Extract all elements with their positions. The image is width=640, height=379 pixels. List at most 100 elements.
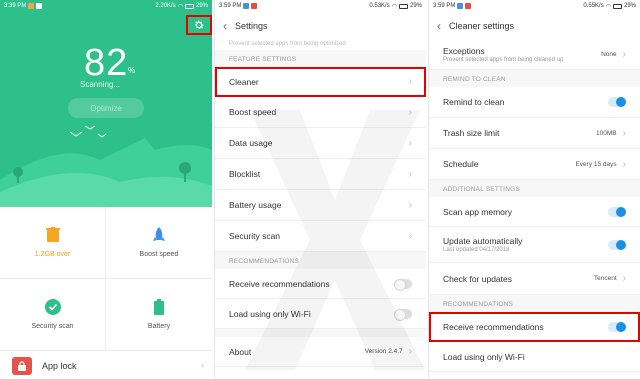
scan-app-memory-toggle[interactable]	[608, 206, 626, 217]
about-row[interactable]: About Version 2.4.7 ›	[215, 337, 426, 367]
status-bar: 3:59 PM 0.55K/s ◠ 29%	[429, 0, 640, 12]
receive-recommendations-row[interactable]: Receive recommendations	[215, 269, 426, 299]
score-value: 82	[84, 42, 129, 84]
receive-recommendations-toggle[interactable]	[394, 278, 412, 291]
trash-size-value: 100MB	[596, 129, 617, 137]
scan-app-memory-label: Scan app memory	[443, 206, 512, 217]
chevron-right-icon: ›	[408, 76, 412, 87]
section-header-remind: REMIND TO CLEAN	[429, 70, 640, 87]
notification-icon	[36, 3, 43, 9]
status-bar: 3:59 PM 0.53K/s ◠ 29%	[215, 0, 426, 12]
settings-item-label: Blocklist	[229, 169, 261, 179]
settings-item-data-usage[interactable]: Data usage ›	[215, 128, 426, 159]
battery-tile-label: Battery	[147, 323, 171, 330]
update-automatically-toggle[interactable]	[608, 239, 626, 250]
settings-item-label: Data usage	[229, 138, 273, 148]
exceptions-value: None	[601, 51, 617, 58]
section-header-recommendations: RECOMMENDATIONS	[429, 295, 640, 312]
settings-item-blocklist[interactable]: Blocklist ›	[215, 159, 426, 190]
trash-icon	[45, 227, 60, 242]
scanning-label: Scanning...	[80, 80, 121, 89]
chevron-right-icon: ›	[408, 137, 412, 149]
battery-percent: 29%	[195, 3, 208, 9]
wifi-only-row[interactable]: Load using only Wi-Fi	[429, 342, 640, 372]
boost-speed-tile[interactable]: Boost speed	[106, 207, 212, 279]
remind-to-clean-row[interactable]: Remind to clean	[429, 87, 640, 118]
wifi-icon: ◠	[605, 3, 611, 10]
last-updated-text: Last updated 04/17/2018	[443, 247, 510, 253]
page-title: Settings	[235, 21, 268, 31]
wifi-only-label: Load using only Wi-Fi	[229, 308, 311, 319]
schedule-value: Every 15 days	[575, 160, 617, 168]
remind-to-clean-label: Remind to clean	[443, 97, 505, 107]
remind-to-clean-toggle[interactable]	[608, 97, 626, 107]
back-arrow-icon[interactable]: ‹	[223, 19, 227, 33]
cleaner-settings-screen: 3:59 PM 0.55K/s ◠ 29% ‹ Cleaner settings…	[428, 0, 640, 379]
feature-grid: 1.2GB over Boost speed Security scan Bat…	[0, 207, 212, 351]
exceptions-description: Prevent selected apps from being cleaned…	[443, 57, 564, 63]
settings-item-label: Cleaner	[229, 76, 259, 87]
battery-percent: 29%	[623, 3, 636, 9]
optimize-button[interactable]: Optimize	[68, 98, 144, 118]
trash-size-limit-row[interactable]: Trash size limit 100MB ›	[429, 118, 640, 149]
about-label: About	[229, 346, 252, 357]
settings-item-cleaner[interactable]: Cleaner ›	[215, 67, 426, 97]
update-source-value: Tencent	[593, 275, 617, 282]
exceptions-label: Exceptions	[443, 46, 485, 56]
notification-icon	[457, 3, 464, 9]
wifi-only-toggle[interactable]	[394, 308, 412, 321]
settings-screen: 3:59 PM 0.53K/s ◠ 29% ‹ Settings Prevent…	[214, 0, 426, 379]
security-scan-tile[interactable]: Security scan	[0, 279, 106, 351]
net-speed: 2.20K/s	[155, 3, 176, 9]
notification-icon	[28, 3, 35, 9]
notification-icon	[251, 3, 258, 9]
chevron-right-icon: ›	[408, 168, 412, 180]
battery-tile[interactable]: Battery	[106, 279, 212, 351]
rocket-icon	[153, 227, 165, 241]
settings-item-battery-usage[interactable]: Battery usage ›	[215, 190, 426, 221]
exceptions-row[interactable]: Exceptions Prevent selected apps from be…	[429, 40, 640, 70]
cut-off-text: Prevent selected apps from being optimiz…	[229, 41, 346, 47]
notification-icon	[465, 3, 472, 9]
settings-header: ‹ Settings	[215, 12, 426, 40]
gear-icon	[195, 20, 204, 29]
settings-item-boost-speed[interactable]: Boost speed ›	[215, 97, 426, 128]
settings-item-label: Boost speed	[229, 107, 277, 117]
receive-recommendations-toggle[interactable]	[608, 321, 626, 332]
net-speed: 0.53K/s	[369, 3, 390, 9]
settings-item-security-scan[interactable]: Security scan ›	[215, 221, 426, 252]
version-value: Version 2.4.7	[364, 348, 403, 355]
wifi-icon: ◠	[391, 3, 397, 10]
lock-icon	[12, 356, 32, 375]
scan-app-memory-row[interactable]: Scan app memory	[429, 197, 640, 227]
wifi-icon: ◠	[177, 3, 183, 10]
app-lock-label: App lock	[42, 360, 77, 371]
divider	[215, 329, 426, 337]
back-arrow-icon[interactable]: ‹	[437, 19, 441, 33]
schedule-row[interactable]: Schedule Every 15 days ›	[429, 149, 640, 180]
status-time: 3:59 PM	[219, 3, 242, 9]
battery-status-icon	[398, 3, 408, 9]
update-automatically-row[interactable]: Update automatically Last updated 04/17/…	[429, 227, 640, 263]
chevron-right-icon: ›	[622, 127, 626, 139]
cleaner-settings-header: ‹ Cleaner settings	[429, 12, 640, 40]
cleaner-tile[interactable]: 1.2GB over	[0, 207, 106, 279]
shield-check-icon	[44, 299, 61, 315]
receive-recommendations-row[interactable]: Receive recommendations	[429, 312, 640, 342]
receive-recommendations-label: Receive recommendations	[443, 321, 544, 332]
app-lock-row[interactable]: App lock ›	[0, 352, 212, 379]
settings-button[interactable]	[186, 15, 212, 35]
security-scan-tile-label: Security scan	[31, 323, 74, 330]
section-header-recommendations: RECOMMENDATIONS	[215, 252, 426, 269]
chevron-right-icon: ›	[408, 106, 412, 118]
wifi-only-row[interactable]: Load using only Wi-Fi	[215, 299, 426, 329]
trash-size-limit-label: Trash size limit	[443, 128, 500, 138]
chevron-right-icon: ›	[408, 346, 412, 357]
chevron-right-icon: ›	[622, 158, 626, 170]
check-for-updates-row[interactable]: Check for updates Tencent ›	[429, 263, 640, 295]
chevron-right-icon: ›	[408, 199, 412, 211]
settings-item-label: Battery usage	[229, 200, 282, 210]
section-header-additional: ADDITIONAL SETTINGS	[429, 180, 640, 197]
chevron-right-icon: ›	[408, 230, 412, 242]
page-title: Cleaner settings	[449, 21, 515, 31]
